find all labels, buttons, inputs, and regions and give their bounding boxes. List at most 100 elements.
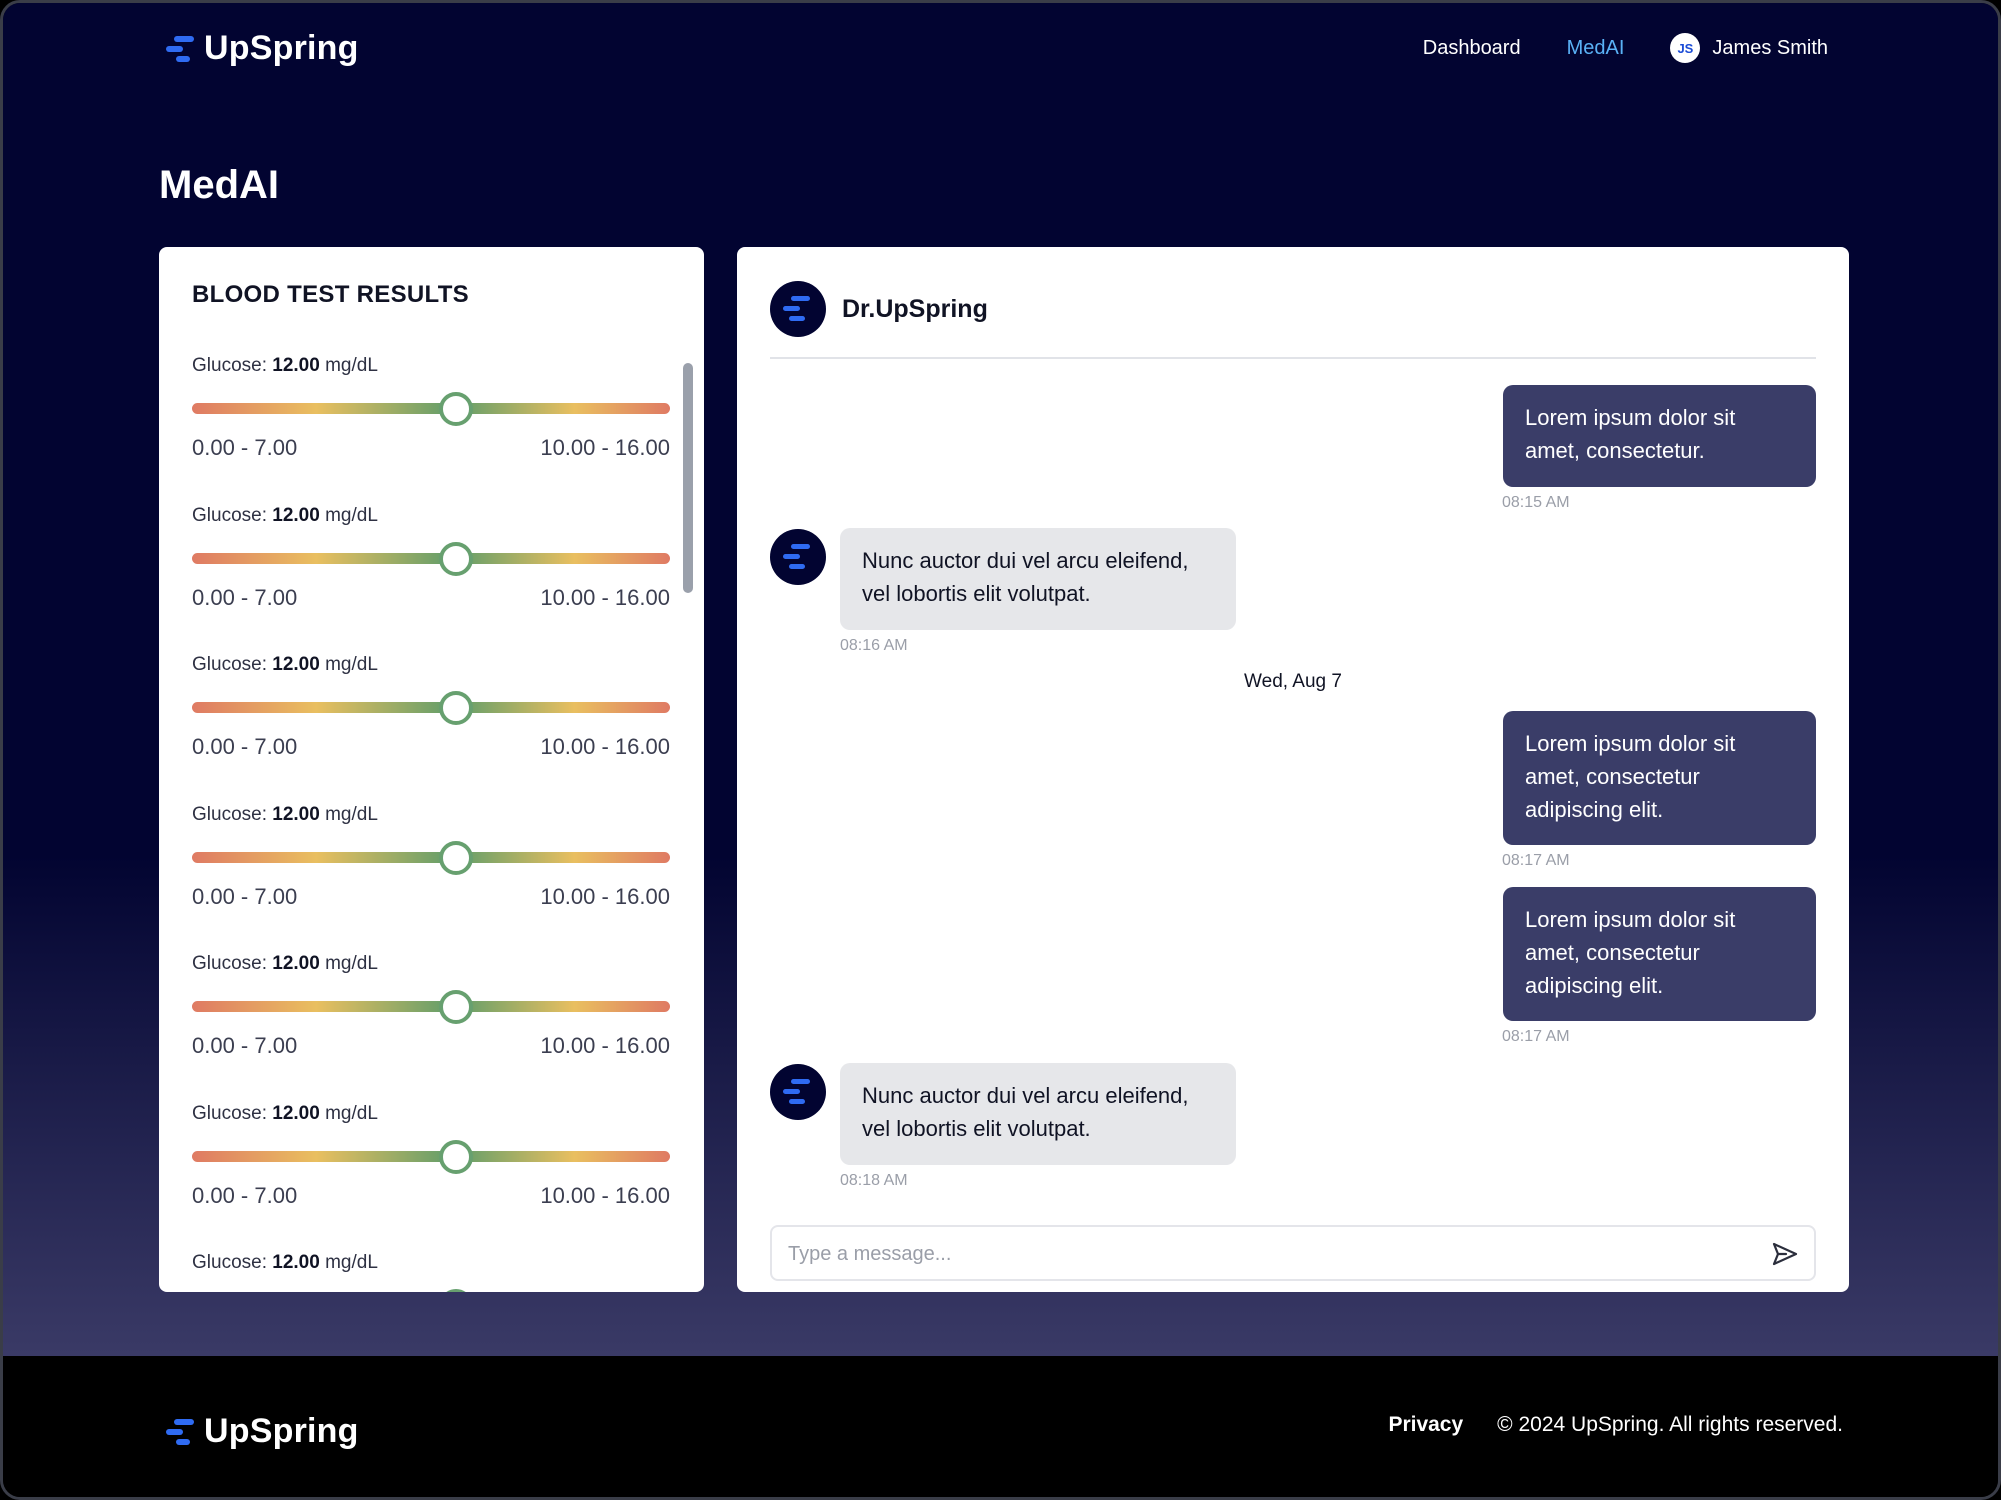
blood-test-row: Glucose: 12.00 mg/dL0.00 - 7.0010.00 - 1… bbox=[192, 1252, 670, 1292]
range-gauge bbox=[192, 403, 670, 414]
bot-message-bubble: Nunc auctor dui vel arcu eleifend, vel l… bbox=[840, 1063, 1236, 1165]
blood-test-row: Glucose: 12.00 mg/dL 0.00 - 7.00 10.00 - 1… bbox=[192, 1103, 670, 1253]
message-input-box bbox=[770, 1225, 1816, 1281]
blood-test-row: Glucose: 12.00 mg/dL 0.00 - 7.00 10.00 - 1… bbox=[192, 804, 670, 954]
result-unit: mg/dL bbox=[319, 1252, 378, 1273]
nav-link-dashboard[interactable]: Dashboard bbox=[1423, 37, 1521, 60]
app-window: UpSpring Dashboard MedAI JS James Smith … bbox=[0, 0, 2001, 1500]
result-unit: mg/dL bbox=[319, 654, 378, 675]
high-range: 10.00 - 16.00 bbox=[540, 584, 670, 610]
result-label: Glucose: 12.00 mg/dL bbox=[192, 953, 670, 975]
result-value: 12.00 bbox=[272, 355, 320, 376]
high-range: 10.00 - 16.00 bbox=[540, 1033, 670, 1058]
privacy-link[interactable]: Privacy bbox=[1388, 1413, 1463, 1437]
logo-icon bbox=[166, 35, 194, 62]
result-name: Glucose bbox=[192, 1102, 262, 1124]
high-range: 10.00 - 16.00 bbox=[540, 883, 670, 909]
user-message-bubble: Lorem ipsum dolor sit amet, consectetur. bbox=[1503, 385, 1816, 487]
high-range: 10.00 - 16.00 bbox=[540, 734, 670, 759]
gauge-marker bbox=[438, 541, 473, 576]
header-logo[interactable]: UpSpring bbox=[166, 29, 359, 68]
result-unit: mg/dL bbox=[319, 803, 378, 825]
result-label: Glucose: 12.00 mg/dL bbox=[192, 1252, 670, 1274]
result-label: Glucose: 12.00 mg/dL bbox=[192, 804, 670, 826]
result-label: Glucose: 12.00 mg/dL bbox=[192, 505, 670, 527]
bot-name: Dr.UpSpring bbox=[842, 294, 988, 323]
gauge-marker bbox=[438, 1289, 473, 1292]
result-unit: mg/dL bbox=[319, 355, 378, 376]
footer-logo[interactable]: UpSpring bbox=[166, 1412, 359, 1451]
range-gauge bbox=[192, 1150, 670, 1162]
gauge-marker bbox=[438, 840, 473, 875]
result-separator: : bbox=[261, 654, 273, 675]
user-menu[interactable]: JS James Smith bbox=[1670, 33, 1828, 63]
copyright-text: © 2024 UpSpring. All rights reserved. bbox=[1497, 1413, 1843, 1436]
gauge-marker bbox=[438, 392, 473, 426]
message-timestamp: 08:16 AM bbox=[840, 637, 908, 654]
date-separator: Wed, Aug 7 bbox=[1244, 671, 1342, 692]
range-gauge bbox=[192, 1001, 670, 1012]
chat-divider bbox=[770, 357, 1816, 359]
message-timestamp: 08:17 AM bbox=[1502, 852, 1570, 869]
range-gauge bbox=[192, 702, 670, 713]
low-range: 0.00 - 7.00 bbox=[192, 435, 298, 460]
send-icon[interactable] bbox=[1770, 1239, 1800, 1269]
high-range: 10.00 - 16.00 bbox=[540, 1182, 670, 1208]
blood-test-panel: BLOOD TEST RESULTS Glucose: 12.00 mg/dL 0… bbox=[159, 247, 704, 1292]
blood-test-row: Glucose: 12.00 mg/dL 0.00 - 7.00 10.00 - 1… bbox=[192, 505, 670, 655]
message-timestamp: 08:17 AM bbox=[1502, 1028, 1570, 1045]
result-value: 12.00 bbox=[272, 953, 320, 974]
nav-link-medai[interactable]: MedAI bbox=[1567, 37, 1625, 60]
result-label: Glucose: 12.00 mg/dL bbox=[192, 355, 670, 377]
result-name: Glucose bbox=[192, 654, 262, 675]
gauge-marker bbox=[438, 990, 473, 1024]
user-name: James Smith bbox=[1712, 36, 1828, 59]
result-value: 12.00 bbox=[272, 504, 320, 526]
blood-test-row: Glucose: 12.00 mg/dL 0.00 - 7.00 10.00 - 1… bbox=[192, 355, 670, 505]
gauge-marker bbox=[438, 1139, 473, 1174]
gauge-marker bbox=[438, 691, 473, 725]
result-unit: mg/dL bbox=[319, 504, 378, 526]
bot-avatar-icon bbox=[770, 1064, 826, 1120]
result-value: 12.00 bbox=[272, 654, 320, 675]
blood-test-row: Glucose: 12.00 mg/dL 0.00 - 7.00 10.00 - 1… bbox=[192, 953, 670, 1103]
low-range: 0.00 - 7.00 bbox=[192, 1033, 298, 1058]
result-separator: : bbox=[261, 504, 273, 526]
scrollbar[interactable] bbox=[683, 363, 693, 593]
bot-message-bubble: Nunc auctor dui vel arcu eleifend, vel l… bbox=[840, 528, 1236, 630]
result-separator: : bbox=[261, 803, 273, 825]
blood-test-list: Glucose: 12.00 mg/dL 0.00 - 7.00 10.00 - 1… bbox=[192, 355, 670, 1292]
blood-test-row: Glucose: 12.00 mg/dL 0.00 - 7.00 10.00 - 1… bbox=[192, 654, 670, 804]
low-range: 0.00 - 7.00 bbox=[192, 584, 298, 610]
result-value: 12.00 bbox=[272, 803, 320, 825]
result-name: Glucose bbox=[192, 1252, 262, 1273]
user-message-bubble: Lorem ipsum dolor sit amet, consectetur … bbox=[1503, 887, 1816, 1021]
result-value: 12.00 bbox=[272, 1252, 320, 1273]
avatar: JS bbox=[1670, 33, 1701, 63]
brand-name: UpSpring bbox=[204, 29, 359, 67]
low-range: 0.00 - 7.00 bbox=[192, 734, 298, 759]
low-range: 0.00 - 7.00 bbox=[192, 883, 298, 909]
message-input[interactable] bbox=[772, 1227, 1750, 1281]
result-value: 12.00 bbox=[272, 1102, 320, 1124]
page-title: MedAI bbox=[159, 163, 279, 207]
range-gauge bbox=[192, 552, 670, 564]
range-gauge bbox=[192, 851, 670, 863]
result-label: Glucose: 12.00 mg/dL bbox=[192, 654, 670, 676]
result-separator: : bbox=[261, 355, 273, 376]
low-range: 0.00 - 7.00 bbox=[192, 1182, 298, 1208]
message-timestamp: 08:18 AM bbox=[840, 1172, 908, 1189]
result-name: Glucose bbox=[192, 953, 262, 974]
footer-brand-name: UpSpring bbox=[204, 1412, 359, 1450]
high-range: 10.00 - 16.00 bbox=[540, 435, 670, 460]
chat-panel: Dr.UpSpring Lorem ipsum dolor sit amet, … bbox=[737, 247, 1849, 1292]
result-separator: : bbox=[261, 1252, 273, 1273]
top-nav: Dashboard MedAI JS James Smith bbox=[1423, 33, 1828, 63]
blood-test-title: BLOOD TEST RESULTS bbox=[192, 281, 469, 308]
logo-icon bbox=[166, 1418, 194, 1445]
bot-avatar-icon bbox=[770, 529, 826, 585]
footer: UpSpring Privacy © 2024 UpSpring. All ri… bbox=[3, 1356, 1998, 1497]
result-name: Glucose bbox=[192, 803, 262, 825]
result-separator: : bbox=[261, 1102, 273, 1124]
result-unit: mg/dL bbox=[319, 1102, 378, 1124]
